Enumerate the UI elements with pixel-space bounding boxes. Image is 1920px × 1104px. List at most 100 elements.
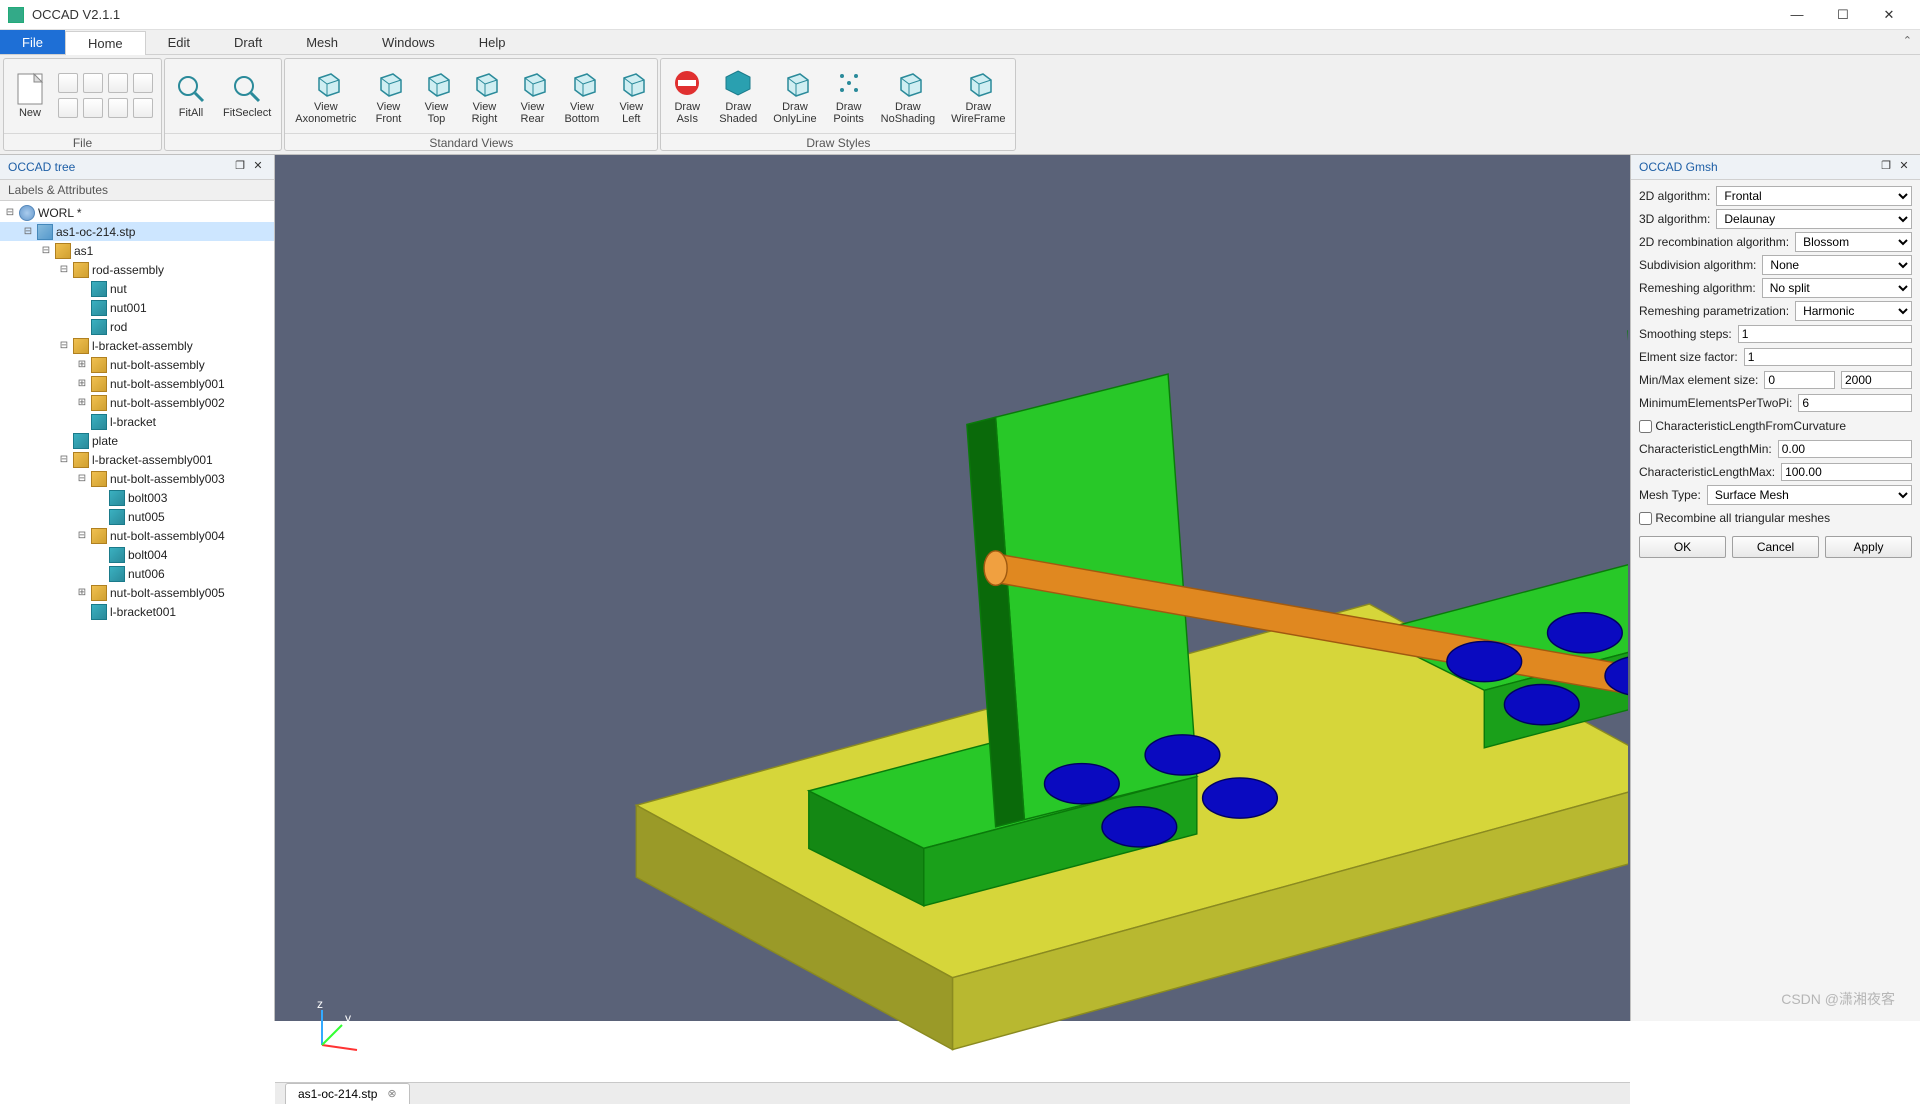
mintwopi-input[interactable]	[1798, 394, 1912, 412]
ribbon-fitseclect[interactable]: FitSeclect	[215, 61, 279, 131]
ribbon-fitall[interactable]: FitAll	[167, 61, 215, 131]
ribbon-view-bottom[interactable]: ViewBottom	[556, 61, 607, 131]
recombine-checkbox[interactable]	[1639, 512, 1652, 525]
tree-twisty-icon[interactable]: ⊟	[22, 226, 34, 237]
tree-twisty-icon[interactable]: ⊟	[58, 340, 70, 351]
menu-windows[interactable]: Windows	[360, 30, 457, 54]
clcurv-checkbox[interactable]	[1639, 420, 1652, 433]
viewport[interactable]: z y x as1-oc-214.stp ⊗	[275, 155, 1630, 1021]
maxsize-input[interactable]	[1841, 371, 1912, 389]
ribbon-new[interactable]: New	[6, 61, 54, 131]
algo3d-select[interactable]: Delaunay	[1716, 209, 1912, 229]
tree-node-label: rod-assembly	[92, 263, 164, 277]
file-small-icon[interactable]	[108, 73, 128, 93]
minimize-button[interactable]: —	[1774, 0, 1820, 30]
ribbon-view-axonometric[interactable]: ViewAxonometric	[287, 61, 364, 131]
remesh-select[interactable]: No split	[1762, 278, 1912, 298]
tree-twisty-icon[interactable]: ⊞	[76, 397, 88, 408]
ribbon-draw-noshading[interactable]: DrawNoShading	[873, 61, 943, 131]
tree-node[interactable]: ⊞nut-bolt-assembly005	[0, 583, 274, 602]
ribbon-view-right[interactable]: ViewRight	[460, 61, 508, 131]
tree-node[interactable]: ⊟as1	[0, 241, 274, 260]
ok-button[interactable]: OK	[1639, 536, 1726, 558]
tree-twisty-icon[interactable]: ⊞	[76, 587, 88, 598]
tree-node-label: bolt003	[128, 491, 167, 505]
file-small-icon[interactable]	[58, 98, 78, 118]
clmin-input[interactable]	[1778, 440, 1912, 458]
ribbon-view-rear[interactable]: ViewRear	[508, 61, 556, 131]
reparam-select[interactable]: Harmonic	[1795, 301, 1912, 321]
recomb2d-select[interactable]: Blossom	[1795, 232, 1912, 252]
tree-node[interactable]: bolt003	[0, 488, 274, 507]
file-small-icon[interactable]	[133, 98, 153, 118]
ribbon-draw-points[interactable]: DrawPoints	[825, 61, 873, 131]
tree-node[interactable]: ⊟ nut-bolt-assembly003	[0, 469, 274, 488]
menu-edit[interactable]: Edit	[146, 30, 212, 54]
tree-node[interactable]: ⊟WORL *	[0, 203, 274, 222]
close-button[interactable]: ✕	[1866, 0, 1912, 30]
tree-node[interactable]: ⊞nut-bolt-assembly002	[0, 393, 274, 412]
clmax-input[interactable]	[1781, 463, 1912, 481]
tree-node[interactable]: nut005	[0, 507, 274, 526]
dock-float-icon[interactable]: ❐	[1878, 159, 1894, 175]
tree-twisty-icon[interactable]: ⊟	[40, 245, 52, 256]
file-small-icon[interactable]	[83, 98, 103, 118]
tree-node[interactable]: ⊟ rod-assembly	[0, 260, 274, 279]
ribbon-draw-shaded[interactable]: DrawShaded	[711, 61, 765, 131]
ribbon-collapse-icon[interactable]: ⌃	[1903, 34, 1912, 47]
3d-canvas[interactable]: z y x	[277, 157, 1628, 1080]
menu-file[interactable]: File	[0, 30, 65, 54]
elfactor-input[interactable]	[1744, 348, 1912, 366]
subdiv-select[interactable]: None	[1762, 255, 1912, 275]
ribbon-view-front[interactable]: ViewFront	[364, 61, 412, 131]
file-small-icon[interactable]	[83, 73, 103, 93]
tree-node[interactable]: bolt004	[0, 545, 274, 564]
smooth-input[interactable]	[1738, 325, 1912, 343]
tree-node[interactable]: ⊟nut-bolt-assembly004	[0, 526, 274, 545]
menu-help[interactable]: Help	[457, 30, 528, 54]
meshtype-select[interactable]: Surface Mesh	[1707, 485, 1912, 505]
tab-close-icon[interactable]: ⊗	[387, 1087, 396, 1100]
tree-twisty-icon[interactable]: ⊞	[76, 378, 88, 389]
menu-draft[interactable]: Draft	[212, 30, 284, 54]
dock-close-icon[interactable]: ✕	[250, 159, 266, 175]
tree-node[interactable]: ⊟l-bracket-assembly001	[0, 450, 274, 469]
menu-mesh[interactable]: Mesh	[284, 30, 360, 54]
cancel-button[interactable]: Cancel	[1732, 536, 1819, 558]
menu-home[interactable]: Home	[65, 31, 146, 55]
tree-twisty-icon[interactable]: ⊟	[4, 207, 16, 218]
tree-node[interactable]: ⊟as1-oc-214.stp	[0, 222, 274, 241]
document-tab[interactable]: as1-oc-214.stp ⊗	[285, 1083, 410, 1104]
ribbon-draw-onlyline[interactable]: DrawOnlyLine	[765, 61, 824, 131]
tree-node[interactable]: nut	[0, 279, 274, 298]
tree-twisty-icon[interactable]: ⊟	[76, 530, 88, 541]
ribbon-view-top[interactable]: ViewTop	[412, 61, 460, 131]
apply-button[interactable]: Apply	[1825, 536, 1912, 558]
tree-twisty-icon[interactable]: ⊟	[58, 264, 70, 275]
file-small-icon[interactable]	[133, 73, 153, 93]
tree-node[interactable]: rod	[0, 317, 274, 336]
file-small-icon[interactable]	[58, 73, 78, 93]
ribbon-view-left[interactable]: ViewLeft	[607, 61, 655, 131]
tree-node[interactable]: l-bracket001	[0, 602, 274, 621]
ribbon-draw-wireframe[interactable]: DrawWireFrame	[943, 61, 1013, 131]
tree-node[interactable]: l-bracket	[0, 412, 274, 431]
dock-float-icon[interactable]: ❐	[232, 159, 248, 175]
tree-node[interactable]: ⊞nut-bolt-assembly	[0, 355, 274, 374]
maximize-button[interactable]: ☐	[1820, 0, 1866, 30]
ribbon-draw-asis[interactable]: DrawAsIs	[663, 61, 711, 131]
algo2d-select[interactable]: Frontal	[1716, 186, 1912, 206]
tree-node[interactable]: nut006	[0, 564, 274, 583]
tree-node[interactable]: nut001	[0, 298, 274, 317]
tree-twisty-icon[interactable]: ⊟	[76, 473, 88, 484]
minsize-input[interactable]	[1764, 371, 1835, 389]
tree-twisty-icon[interactable]: ⊟	[58, 454, 70, 465]
file-small-icon[interactable]	[108, 98, 128, 118]
tree-node[interactable]: ⊞nut-bolt-assembly001	[0, 374, 274, 393]
tree-node[interactable]: plate	[0, 431, 274, 450]
dock-close-icon[interactable]: ✕	[1896, 159, 1912, 175]
tree-node-label: nut-bolt-assembly003	[110, 472, 225, 486]
tree-twisty-icon[interactable]: ⊞	[76, 359, 88, 370]
model-tree[interactable]: ⊟WORL *⊟as1-oc-214.stp⊟as1⊟rod-assemblyn…	[0, 201, 274, 1021]
tree-node[interactable]: ⊟l-bracket-assembly	[0, 336, 274, 355]
